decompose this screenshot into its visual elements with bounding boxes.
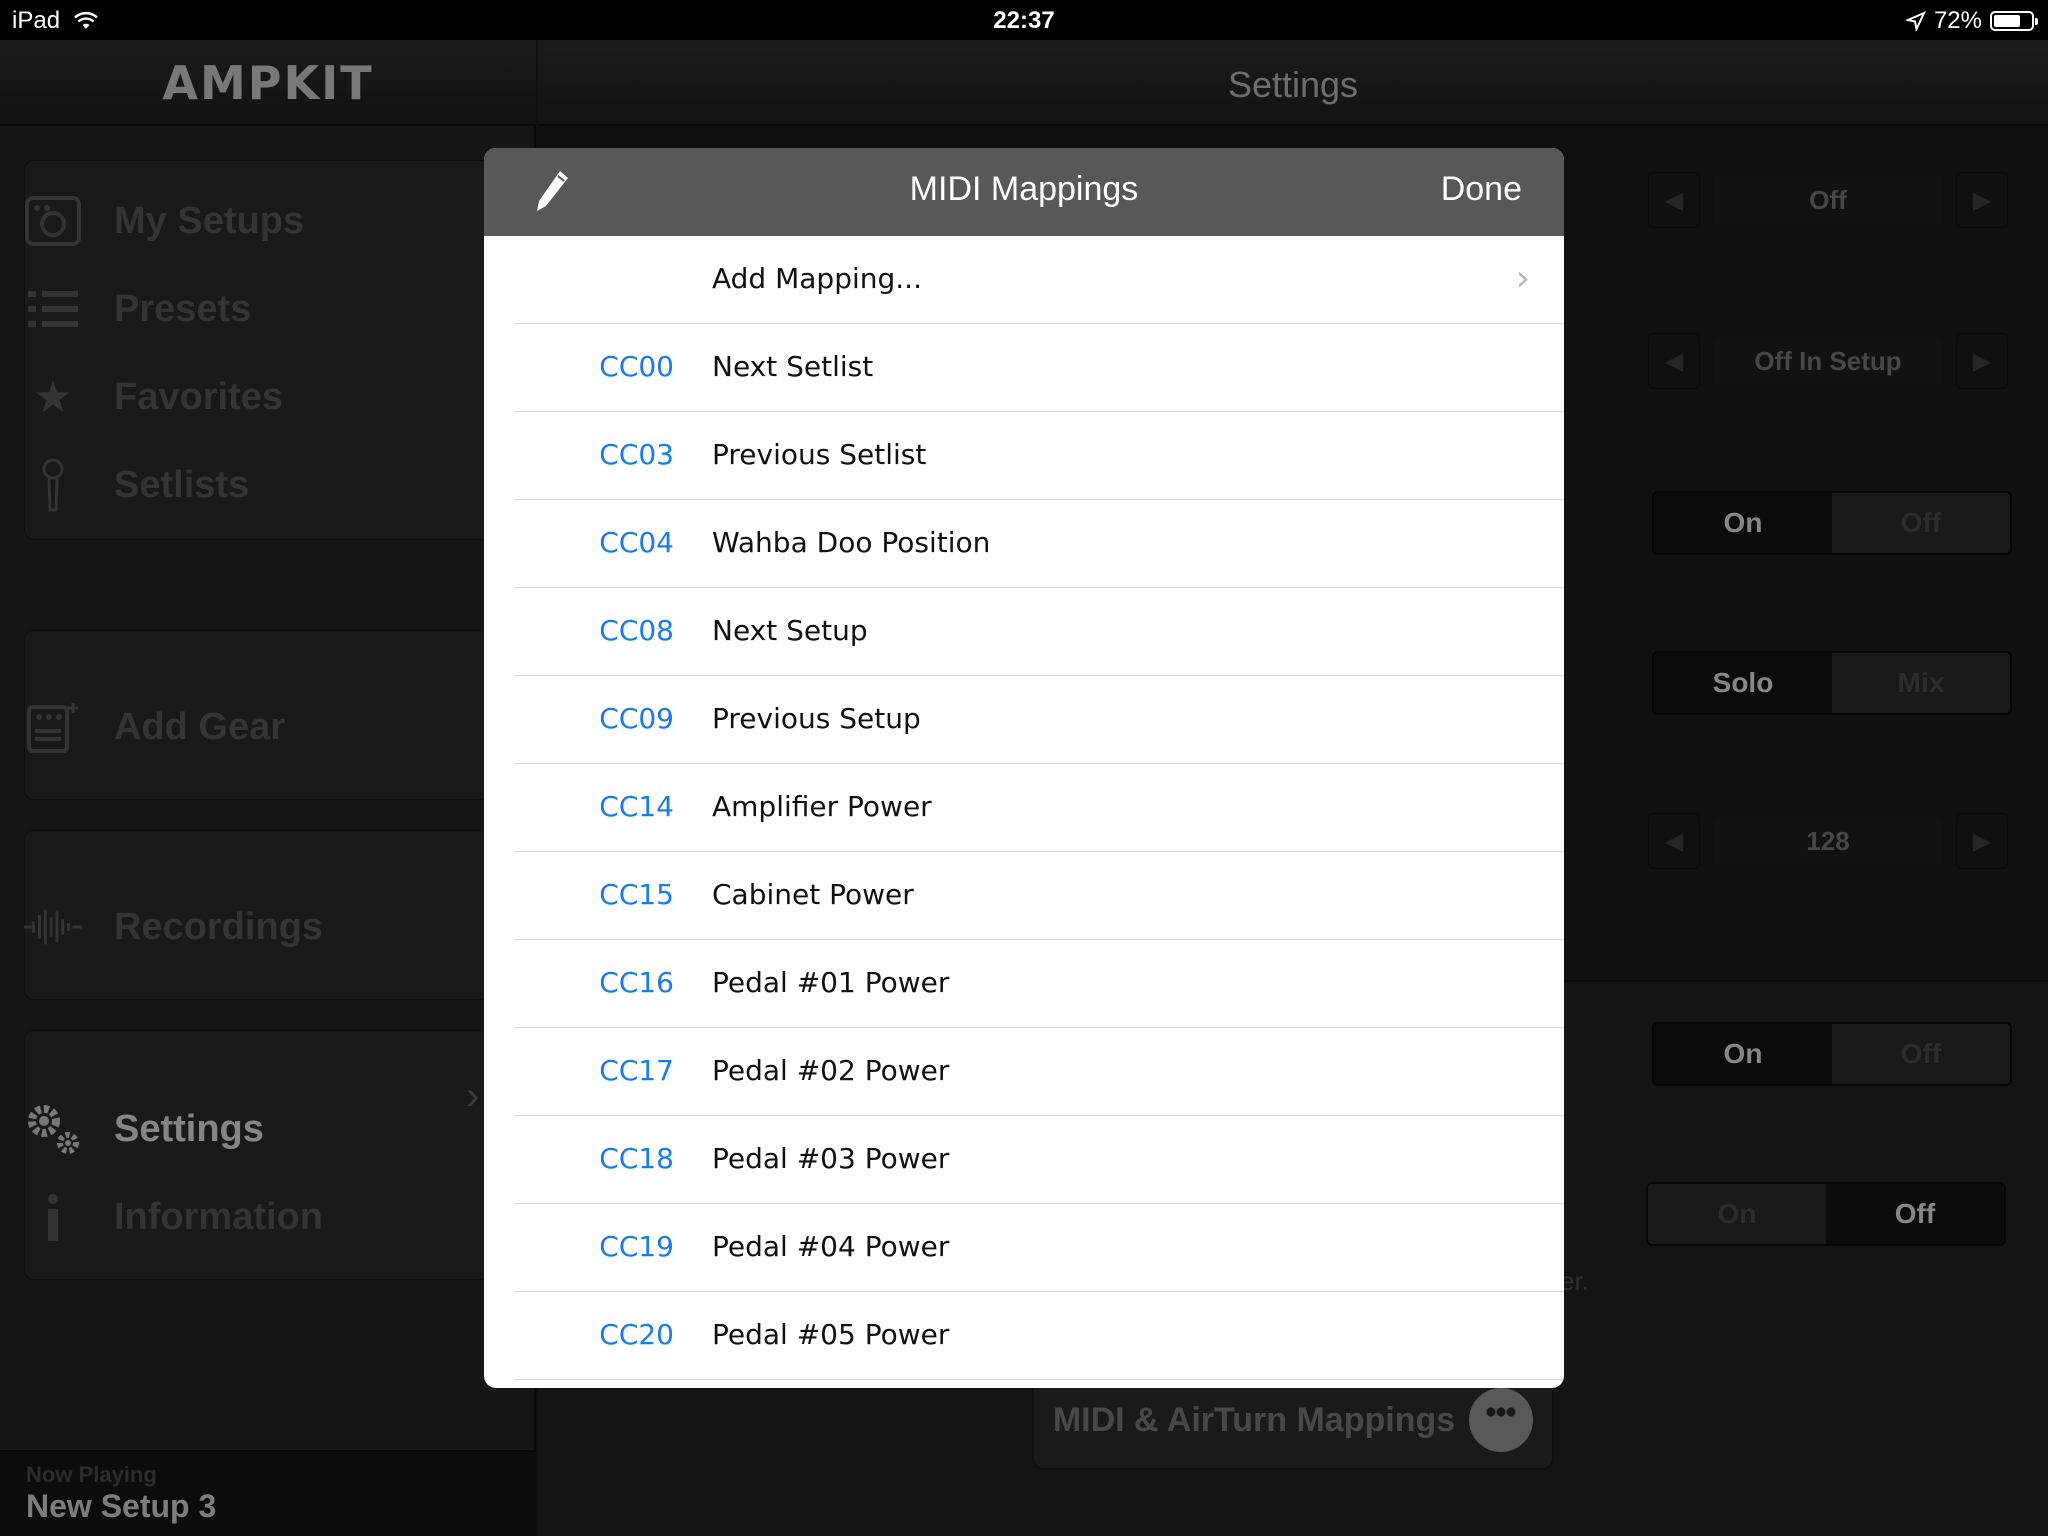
mapping-label: Previous Setup <box>712 702 921 735</box>
mapping-row[interactable]: CC15 Cabinet Power <box>514 852 1564 940</box>
mapping-row[interactable]: CC08 Next Setup <box>514 588 1564 676</box>
status-bar: iPad 22:37 72% <box>0 0 2048 40</box>
mapping-code: CC19 <box>599 1230 674 1263</box>
mapping-label: Previous Setlist <box>712 438 927 471</box>
mapping-label: Pedal #04 Power <box>712 1230 950 1263</box>
done-button[interactable]: Done <box>1441 170 1522 209</box>
chevron-right-icon: › <box>1515 258 1530 299</box>
mapping-row[interactable]: CC20 Pedal #05 Power <box>514 1292 1564 1380</box>
mapping-label: Amplifier Power <box>712 790 932 823</box>
mapping-code: CC09 <box>599 702 674 735</box>
mapping-code: CC14 <box>599 790 674 823</box>
mapping-label: Pedal #05 Power <box>712 1318 950 1351</box>
mapping-code: CC04 <box>599 526 674 559</box>
location-arrow-icon <box>1905 11 1926 31</box>
modal-header: MIDI Mappings Done <box>484 148 1564 236</box>
mapping-label: Pedal #02 Power <box>712 1054 950 1087</box>
mapping-label: Cabinet Power <box>712 878 914 911</box>
mapping-row[interactable]: CC09 Previous Setup <box>514 676 1564 764</box>
mapping-row[interactable]: CC04 Wahba Doo Position <box>514 500 1564 588</box>
mapping-code: CC08 <box>599 614 674 647</box>
mapping-row[interactable]: CC03 Previous Setlist <box>514 412 1564 500</box>
modal-title: MIDI Mappings <box>909 170 1139 208</box>
mapping-label: Next Setup <box>712 614 868 647</box>
midi-mappings-modal: MIDI Mappings Done Add Mapping... › CC00… <box>484 148 1564 1388</box>
clock: 22:37 <box>993 7 1055 34</box>
mapping-label: Pedal #01 Power <box>712 966 950 999</box>
mapping-row[interactable]: CC19 Pedal #04 Power <box>514 1204 1564 1292</box>
mapping-row[interactable]: CC00 Next Setlist <box>514 324 1564 412</box>
mapping-label: Pedal #03 Power <box>712 1142 950 1175</box>
mapping-row[interactable]: CC17 Pedal #02 Power <box>514 1028 1564 1116</box>
add-mapping-label: Add Mapping... <box>712 262 922 295</box>
mapping-label: Wahba Doo Position <box>712 526 991 559</box>
mapping-code: CC00 <box>599 350 674 383</box>
mapping-row[interactable]: CC16 Pedal #01 Power <box>514 940 1564 1028</box>
mapping-row[interactable]: CC18 Pedal #03 Power <box>514 1116 1564 1204</box>
mapping-code: CC16 <box>599 966 674 999</box>
mapping-code: CC17 <box>599 1054 674 1087</box>
mapping-label: Next Setlist <box>712 350 874 383</box>
mapping-code: CC15 <box>599 878 674 911</box>
mapping-code: CC18 <box>599 1142 674 1175</box>
mapping-row[interactable]: CC14 Amplifier Power <box>514 764 1564 852</box>
mapping-code: CC03 <box>599 438 674 471</box>
battery-percent: 72% <box>1933 7 1982 34</box>
mappings-list: Add Mapping... › CC00 Next Setlist CC03 … <box>484 236 1564 1380</box>
battery-icon <box>1990 11 2038 31</box>
add-mapping-row[interactable]: Add Mapping... › <box>514 236 1564 324</box>
mapping-code: CC20 <box>599 1318 674 1351</box>
